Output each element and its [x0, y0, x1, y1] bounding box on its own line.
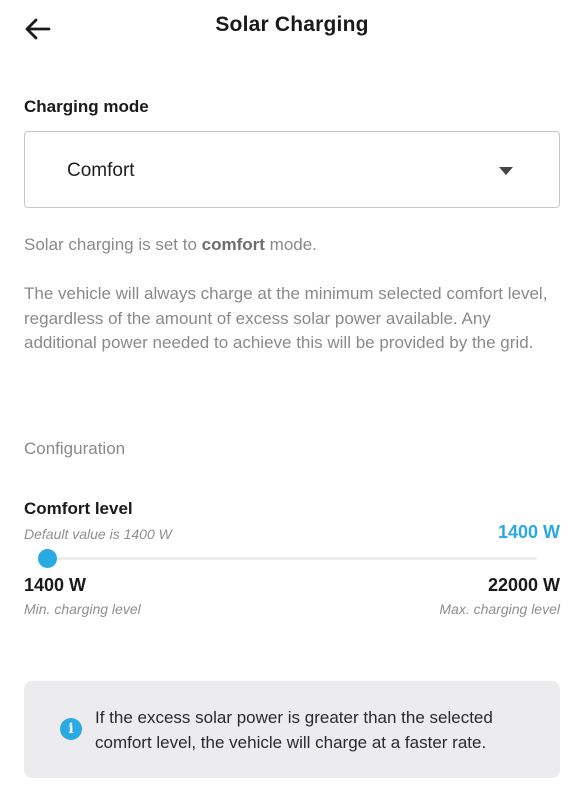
comfort-level-default-hint: Default value is 1400 W [24, 526, 172, 542]
charging-mode-selected-value: Comfort [67, 160, 135, 181]
charging-mode-select[interactable]: Comfort [24, 131, 560, 208]
info-banner: i If the excess solar power is greater t… [24, 681, 560, 778]
comfort-level-title: Comfort level [24, 499, 133, 518]
arrow-left-icon [25, 18, 51, 40]
info-icon: i [60, 718, 82, 740]
comfort-level-slider-track[interactable] [47, 557, 537, 560]
configuration-heading: Configuration [24, 439, 126, 458]
slider-max-caption: Max. charging level [439, 601, 560, 617]
back-button[interactable] [22, 14, 54, 44]
page-title: Solar Charging [215, 13, 369, 36]
slider-min-caption: Min. charging level [24, 601, 141, 617]
mode-description-text: The vehicle will always charge at the mi… [24, 284, 548, 352]
top-app-bar: Solar Charging [0, 0, 584, 56]
mode-summary-suffix: mode. [264, 235, 317, 254]
mode-summary-mode: comfort [201, 235, 265, 254]
chevron-down-icon [499, 167, 513, 175]
comfort-level-current-value: 1400 W [497, 522, 560, 542]
slider-max-value: 22000 W [487, 575, 560, 595]
slider-min-value: 1400 W [24, 575, 87, 595]
charging-mode-label: Charging mode [24, 97, 149, 116]
mode-summary-prefix: Solar charging is set to [24, 235, 202, 254]
comfort-level-slider-thumb[interactable] [37, 549, 57, 568]
mode-summary-text: Solar charging is set to comfort mode. [24, 233, 564, 258]
info-banner-text: If the excess solar power is greater tha… [95, 708, 493, 752]
